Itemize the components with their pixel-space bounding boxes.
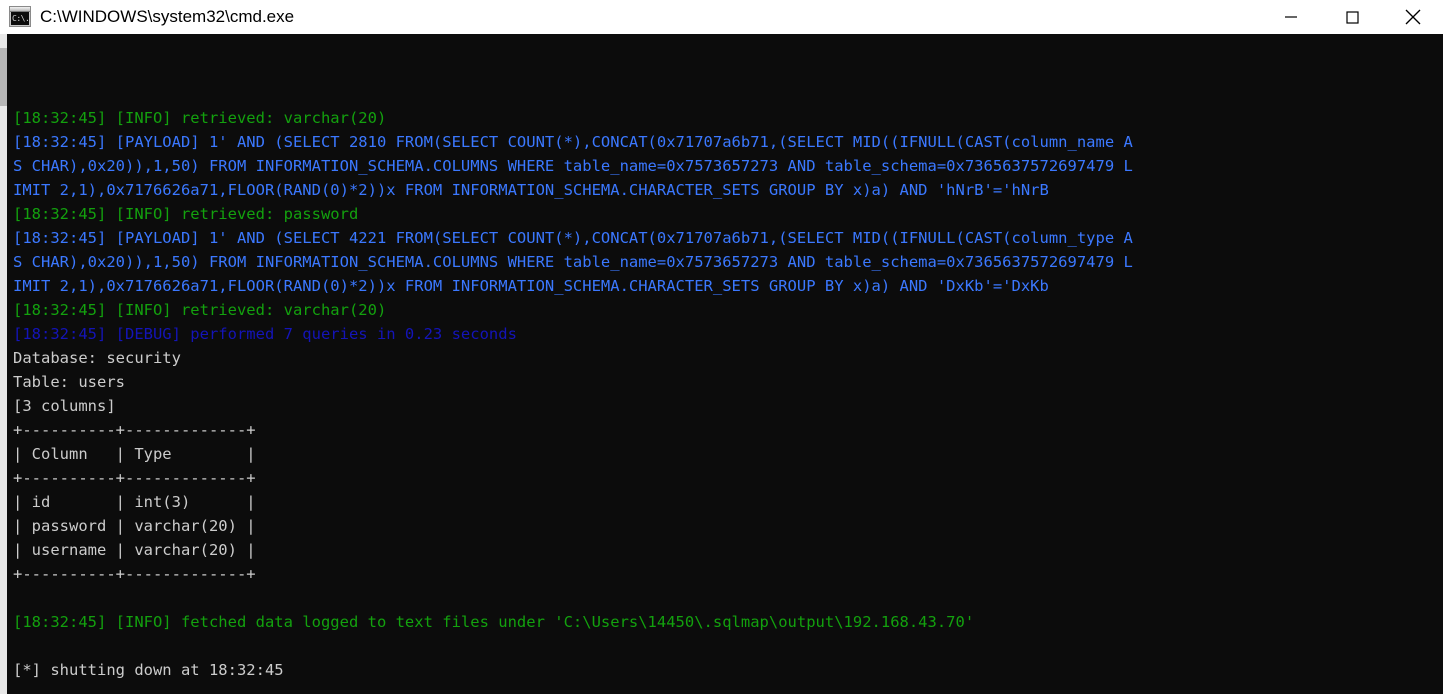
- close-icon: [1405, 9, 1420, 24]
- terminal-line: [18:32:45] [PAYLOAD] 1' AND (SELECT 4221…: [13, 229, 1133, 247]
- terminal-line: S CHAR),0x20)),1,50) FROM INFORMATION_SC…: [13, 157, 1133, 175]
- terminal-output[interactable]: [18:32:45] [INFO] retrieved: varchar(20)…: [8, 34, 1443, 694]
- maximize-icon: [1345, 10, 1359, 24]
- minimize-icon: [1284, 15, 1297, 18]
- terminal-line: S CHAR),0x20)),1,50) FROM INFORMATION_SC…: [13, 253, 1133, 271]
- window-titlebar[interactable]: C:\. C:\WINDOWS\system32\cmd.exe: [0, 0, 1443, 34]
- terminal-line: Table: users: [13, 373, 125, 391]
- terminal-line: [18:32:45] [DEBUG] performed 7 queries i…: [13, 325, 517, 343]
- terminal-line: [18:32:45] [PAYLOAD] 1' AND (SELECT 2810…: [13, 133, 1133, 151]
- window-title: C:\WINDOWS\system32\cmd.exe: [40, 6, 295, 26]
- minimize-button[interactable]: [1260, 0, 1321, 33]
- cmd-window: C:\. C:\WINDOWS\system32\cmd.exe [18:32:…: [0, 0, 1443, 694]
- terminal-line: IMIT 2,1),0x7176626a71,FLOOR(RAND(0)*2))…: [13, 277, 1049, 295]
- terminal-scrollbar[interactable]: [0, 34, 8, 694]
- terminal-line: | id | int(3) |: [13, 493, 256, 511]
- terminal-line: | username | varchar(20) |: [13, 541, 256, 559]
- terminal-area: [18:32:45] [INFO] retrieved: varchar(20)…: [0, 34, 1443, 694]
- terminal-line: [18:32:45] [INFO] fetched data logged to…: [13, 613, 975, 631]
- terminal-line: +----------+-------------+: [13, 469, 256, 487]
- terminal-line: +----------+-------------+: [13, 421, 256, 439]
- terminal-line: [18:32:45] [INFO] retrieved: varchar(20): [13, 301, 387, 319]
- scrollbar-thumb[interactable]: [0, 48, 7, 106]
- terminal-line: [*] shutting down at 18:32:45: [13, 661, 284, 679]
- terminal-line: [3 columns]: [13, 397, 116, 415]
- close-button[interactable]: [1382, 0, 1443, 33]
- terminal-line: [18:32:45] [INFO] retrieved: varchar(20): [13, 109, 387, 127]
- terminal-line: +----------+-------------+: [13, 565, 256, 583]
- terminal-line: | password | varchar(20) |: [13, 517, 256, 535]
- titlebar-left-group: C:\. C:\WINDOWS\system32\cmd.exe: [0, 6, 1260, 27]
- terminal-line: [18:32:45] [INFO] retrieved: password: [13, 205, 359, 223]
- cmd-icon-screen-text: C:\.: [11, 12, 29, 25]
- window-controls: [1260, 0, 1443, 33]
- cmd-app-icon: C:\.: [9, 6, 31, 27]
- maximize-button[interactable]: [1321, 0, 1382, 33]
- terminal-line: | Column | Type |: [13, 445, 256, 463]
- terminal-line: Database: security: [13, 349, 181, 367]
- terminal-line: IMIT 2,1),0x7176626a71,FLOOR(RAND(0)*2))…: [13, 181, 1049, 199]
